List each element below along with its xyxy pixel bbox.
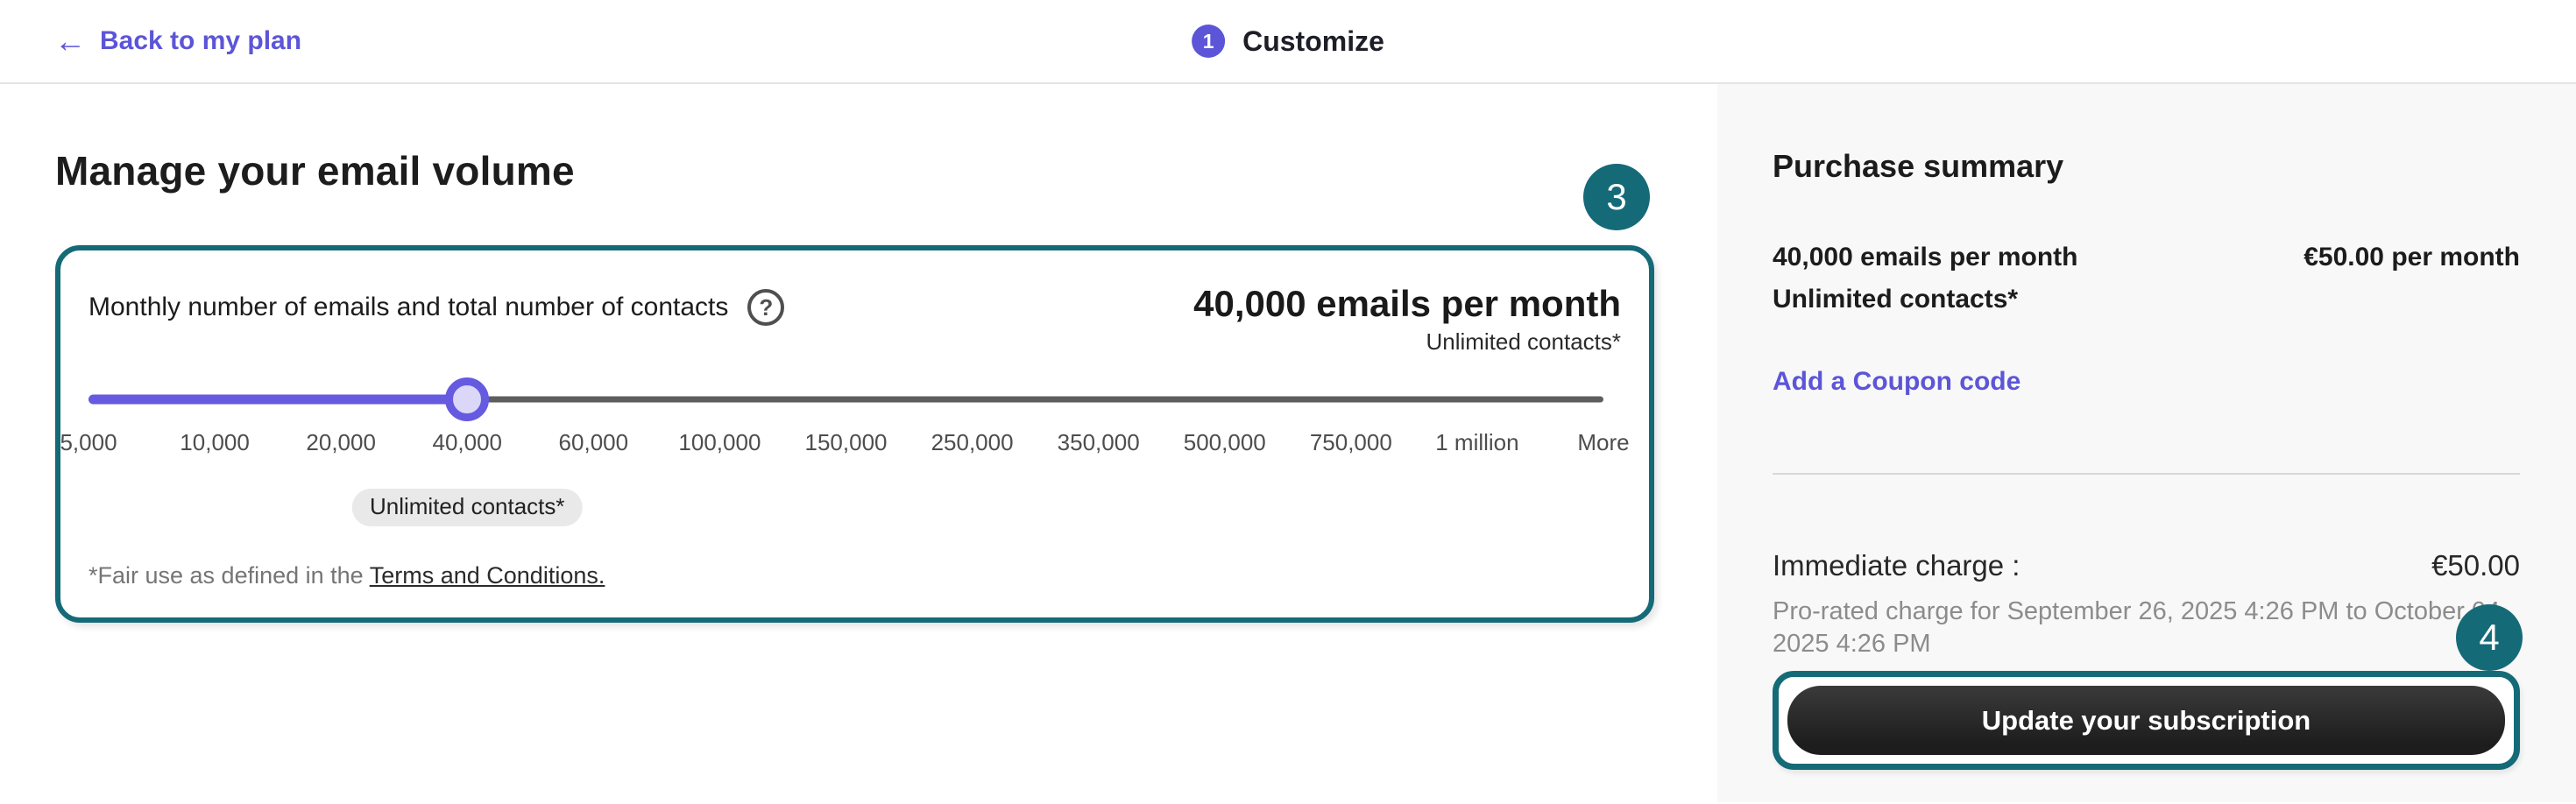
page-title: Manage your email volume (55, 147, 1660, 194)
slider-tick: 350,000 (1058, 429, 1140, 456)
slider-tick: 500,000 (1184, 429, 1266, 456)
slider-tick: 5,000 (60, 429, 117, 456)
help-icon[interactable]: ? (747, 289, 784, 326)
top-bar: ← Back to my plan 1 Customize (0, 0, 2576, 84)
annotation-badge-3: 3 (1583, 164, 1650, 230)
slider-tick: 60,000 (559, 429, 629, 456)
add-coupon-link[interactable]: Add a Coupon code (1773, 366, 2020, 398)
email-volume-slider[interactable] (88, 377, 1603, 422)
slider-tick: 100,000 (678, 429, 761, 456)
step-label: Customize (1242, 25, 1384, 58)
slider-tick: 750,000 (1310, 429, 1392, 456)
charge-label: Immediate charge : (1773, 548, 2020, 583)
slider-tick: 40,000 (432, 429, 502, 456)
unlimited-contacts-tag: Unlimited contacts* (352, 489, 583, 526)
purchase-summary-title: Purchase summary (1773, 147, 2520, 186)
immediate-charge-row: Immediate charge : €50.00 (1773, 548, 2520, 583)
purchase-summary-panel: Purchase summary 40,000 emails per month… (1717, 84, 2576, 802)
prorate-note: Pro-rated charge for September 26, 2025 … (1773, 596, 2523, 660)
main-panel: Manage your email volume Monthly number … (0, 84, 1717, 802)
slider-tick: 20,000 (306, 429, 376, 456)
slider-tick: More (1577, 429, 1629, 456)
slider-tick: 150,000 (805, 429, 888, 456)
card-header-row: Monthly number of emails and total numbe… (88, 282, 1621, 357)
plan-volume: 40,000 emails per month (1773, 240, 2078, 275)
cta-highlight-outline: Update your subscription (1773, 671, 2520, 770)
slider-thumb[interactable] (445, 377, 489, 421)
back-arrow-icon: ← (54, 25, 86, 57)
step-indicator: 1 Customize (1192, 0, 1384, 82)
back-link-label: Back to my plan (100, 26, 301, 56)
slider-tick-labels: 5,000 10,000 20,000 40,000 60,000 100,00… (88, 429, 1603, 457)
slider-label-group: Monthly number of emails and total numbe… (88, 289, 784, 326)
annotation-badge-4: 4 (2456, 604, 2523, 671)
selected-contacts: Unlimited contacts* (1193, 326, 1621, 357)
plan-contacts: Unlimited contacts* (1773, 282, 2520, 317)
plan-price: €50.00 per month (2304, 240, 2520, 275)
selected-volume: 40,000 emails per month (1193, 282, 1621, 326)
slider-tick: 10,000 (180, 429, 250, 456)
summary-divider (1773, 473, 2520, 475)
footnote-text: *Fair use as defined in the (88, 562, 370, 589)
update-subscription-button[interactable]: Update your subscription (1787, 686, 2505, 755)
selected-value-group: 40,000 emails per month Unlimited contac… (1193, 282, 1621, 357)
contacts-tag-row: Unlimited contacts* (88, 489, 1603, 525)
content-area: Manage your email volume Monthly number … (0, 84, 2576, 802)
slider-label: Monthly number of emails and total numbe… (88, 293, 728, 322)
back-link[interactable]: ← Back to my plan (54, 0, 301, 82)
step-number-badge: 1 (1192, 25, 1225, 58)
charge-amount: €50.00 (2431, 548, 2520, 583)
terms-and-conditions-link[interactable]: Terms and Conditions. (370, 562, 605, 589)
slider-track-fill (88, 395, 467, 405)
plan-summary-row: 40,000 emails per month €50.00 per month (1773, 240, 2520, 275)
fair-use-footnote: *Fair use as defined in the Terms and Co… (88, 562, 1621, 589)
email-volume-card: Monthly number of emails and total numbe… (55, 245, 1654, 623)
slider-tick: 1 million (1435, 429, 1518, 456)
slider-tick: 250,000 (931, 429, 1014, 456)
